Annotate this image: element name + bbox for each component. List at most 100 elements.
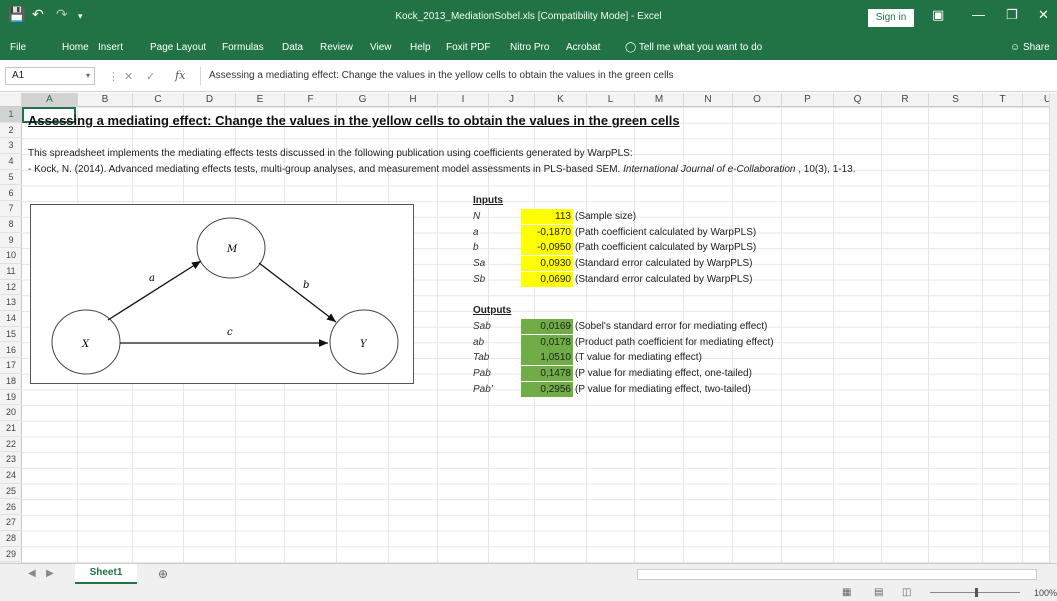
inputs-value-cell[interactable]: -0,0950	[521, 240, 573, 256]
tab-data[interactable]: Data	[282, 42, 303, 53]
tell-me-box[interactable]: ◯ Tell me what you want to do	[625, 42, 762, 53]
tab-file[interactable]: File	[10, 42, 26, 53]
column-header-a[interactable]: A	[22, 93, 78, 107]
outputs-value-cell[interactable]: 1,0510	[521, 350, 573, 366]
row-header-11[interactable]: 11	[0, 264, 22, 280]
row-header-6[interactable]: 6	[0, 186, 22, 202]
scroll-right-icon[interactable]: ▶	[46, 568, 54, 579]
column-header-e[interactable]: E	[236, 93, 285, 107]
row-header-16[interactable]: 16	[0, 343, 22, 359]
tab-home[interactable]: Home	[62, 42, 89, 53]
row-header-27[interactable]: 27	[0, 515, 22, 531]
column-header-p[interactable]: P	[782, 93, 834, 107]
tab-acrobat[interactable]: Acrobat	[566, 42, 600, 53]
row-header-14[interactable]: 14	[0, 311, 22, 327]
row-header-21[interactable]: 21	[0, 421, 22, 437]
column-header-t[interactable]: T	[983, 93, 1023, 107]
tab-foxit-pdf[interactable]: Foxit PDF	[446, 42, 490, 53]
row-header-26[interactable]: 26	[0, 500, 22, 516]
row-header-29[interactable]: 29	[0, 547, 22, 563]
column-header-h[interactable]: H	[389, 93, 438, 107]
close-icon[interactable]: ✕	[1038, 7, 1049, 23]
chevron-down-icon[interactable]: ▾	[86, 68, 90, 84]
restore-icon[interactable]: ❐	[1006, 7, 1018, 23]
row-header-2[interactable]: 2	[0, 123, 22, 139]
row-header-5[interactable]: 5	[0, 170, 22, 186]
ribbon-display-icon[interactable]: ▣	[932, 7, 944, 23]
row-header-22[interactable]: 22	[0, 437, 22, 453]
column-header-m[interactable]: M	[635, 93, 684, 107]
outputs-value-cell[interactable]: 0,2956	[521, 381, 573, 397]
row-header-18[interactable]: 18	[0, 374, 22, 390]
share-button[interactable]: ☺ Share	[1010, 42, 1050, 53]
inputs-value-cell[interactable]: 113	[521, 209, 573, 224]
row-header-13[interactable]: 13	[0, 295, 22, 312]
add-sheet-icon[interactable]: ⊕	[158, 567, 168, 581]
sheet-tab-sheet1[interactable]: Sheet1	[75, 564, 137, 584]
inputs-value-cell[interactable]: -0,1870	[521, 224, 573, 240]
row-header-19[interactable]: 19	[0, 390, 22, 406]
column-header-d[interactable]: D	[184, 93, 236, 107]
row-header-1[interactable]: 1	[0, 107, 22, 123]
tab-formulas[interactable]: Formulas	[222, 42, 264, 53]
row-header-9[interactable]: 9	[0, 233, 22, 249]
minimize-icon[interactable]: —	[972, 7, 985, 22]
zoom-level[interactable]: 100%	[1034, 588, 1057, 598]
inputs-value-cell[interactable]: 0,0690	[521, 271, 573, 287]
insert-function-icon[interactable]: fx	[175, 69, 185, 82]
row-header-23[interactable]: 23	[0, 452, 22, 469]
row-header-3[interactable]: 3	[0, 138, 22, 155]
scroll-left-icon[interactable]: ◀	[28, 568, 36, 579]
row-header-7[interactable]: 7	[0, 201, 22, 217]
row-header-15[interactable]: 15	[0, 327, 22, 343]
column-header-k[interactable]: K	[535, 93, 587, 107]
tab-page-layout[interactable]: Page Layout	[150, 42, 206, 53]
tab-view[interactable]: View	[370, 42, 392, 53]
horizontal-scrollbar[interactable]	[637, 569, 1037, 580]
column-header-o[interactable]: O	[733, 93, 782, 107]
page-break-view-icon[interactable]: ◫	[902, 587, 911, 598]
column-header-n[interactable]: N	[684, 93, 733, 107]
row-header-10[interactable]: 10	[0, 248, 22, 264]
column-header-f[interactable]: F	[285, 93, 337, 107]
select-all-corner[interactable]	[0, 93, 22, 107]
cancel-icon[interactable]: ✕	[124, 70, 133, 83]
row-header-24[interactable]: 24	[0, 468, 22, 484]
row-header-8[interactable]: 8	[0, 217, 22, 233]
column-header-c[interactable]: C	[133, 93, 184, 107]
tab-review[interactable]: Review	[320, 42, 353, 53]
row-header-25[interactable]: 25	[0, 484, 22, 500]
column-header-s[interactable]: S	[929, 93, 983, 107]
outputs-label: Tab	[473, 352, 490, 364]
row-headers: 1 2 3 4 5 6 7 8 9 10 11 12 13 14 15 16 17 18 19 20 21 22 23 24 2…	[0, 107, 22, 563]
column-header-b[interactable]: B	[78, 93, 133, 107]
column-header-g[interactable]: G	[337, 93, 389, 107]
enter-icon[interactable]: ✓	[146, 70, 155, 83]
tab-help[interactable]: Help	[410, 42, 431, 53]
page-layout-view-icon[interactable]: ▤	[874, 587, 883, 598]
row-header-4[interactable]: 4	[0, 154, 22, 170]
row-header-28[interactable]: 28	[0, 531, 22, 547]
vertical-scrollbar[interactable]	[1049, 93, 1057, 563]
column-header-i[interactable]: I	[438, 93, 489, 107]
zoom-slider-handle[interactable]	[975, 588, 978, 597]
row-header-17[interactable]: 17	[0, 358, 22, 374]
inputs-value-cell[interactable]: 0,0930	[521, 256, 573, 272]
row-header-12[interactable]: 12	[0, 280, 22, 296]
column-header-r[interactable]: R	[882, 93, 929, 107]
column-header-j[interactable]: J	[489, 93, 535, 107]
node-m-label: M	[226, 244, 238, 255]
sign-in-button[interactable]: Sign in	[868, 9, 914, 27]
normal-view-icon[interactable]: ▦	[842, 587, 851, 598]
outputs-value-cell[interactable]: 0,0178	[521, 334, 573, 350]
worksheet-grid[interactable]: Assessing a mediating effect: Change the…	[22, 107, 1049, 563]
formula-input[interactable]: Assessing a mediating effect: Change the…	[200, 67, 1048, 85]
tab-nitro-pro[interactable]: Nitro Pro	[510, 42, 549, 53]
outputs-value-cell[interactable]: 0,1478	[521, 366, 573, 382]
outputs-value-cell[interactable]: 0,0169	[521, 319, 573, 334]
tab-insert[interactable]: Insert	[98, 42, 123, 53]
column-header-l[interactable]: L	[587, 93, 635, 107]
column-header-q[interactable]: Q	[834, 93, 882, 107]
name-box[interactable]: A1 ▾	[5, 67, 95, 85]
row-header-20[interactable]: 20	[0, 405, 22, 421]
